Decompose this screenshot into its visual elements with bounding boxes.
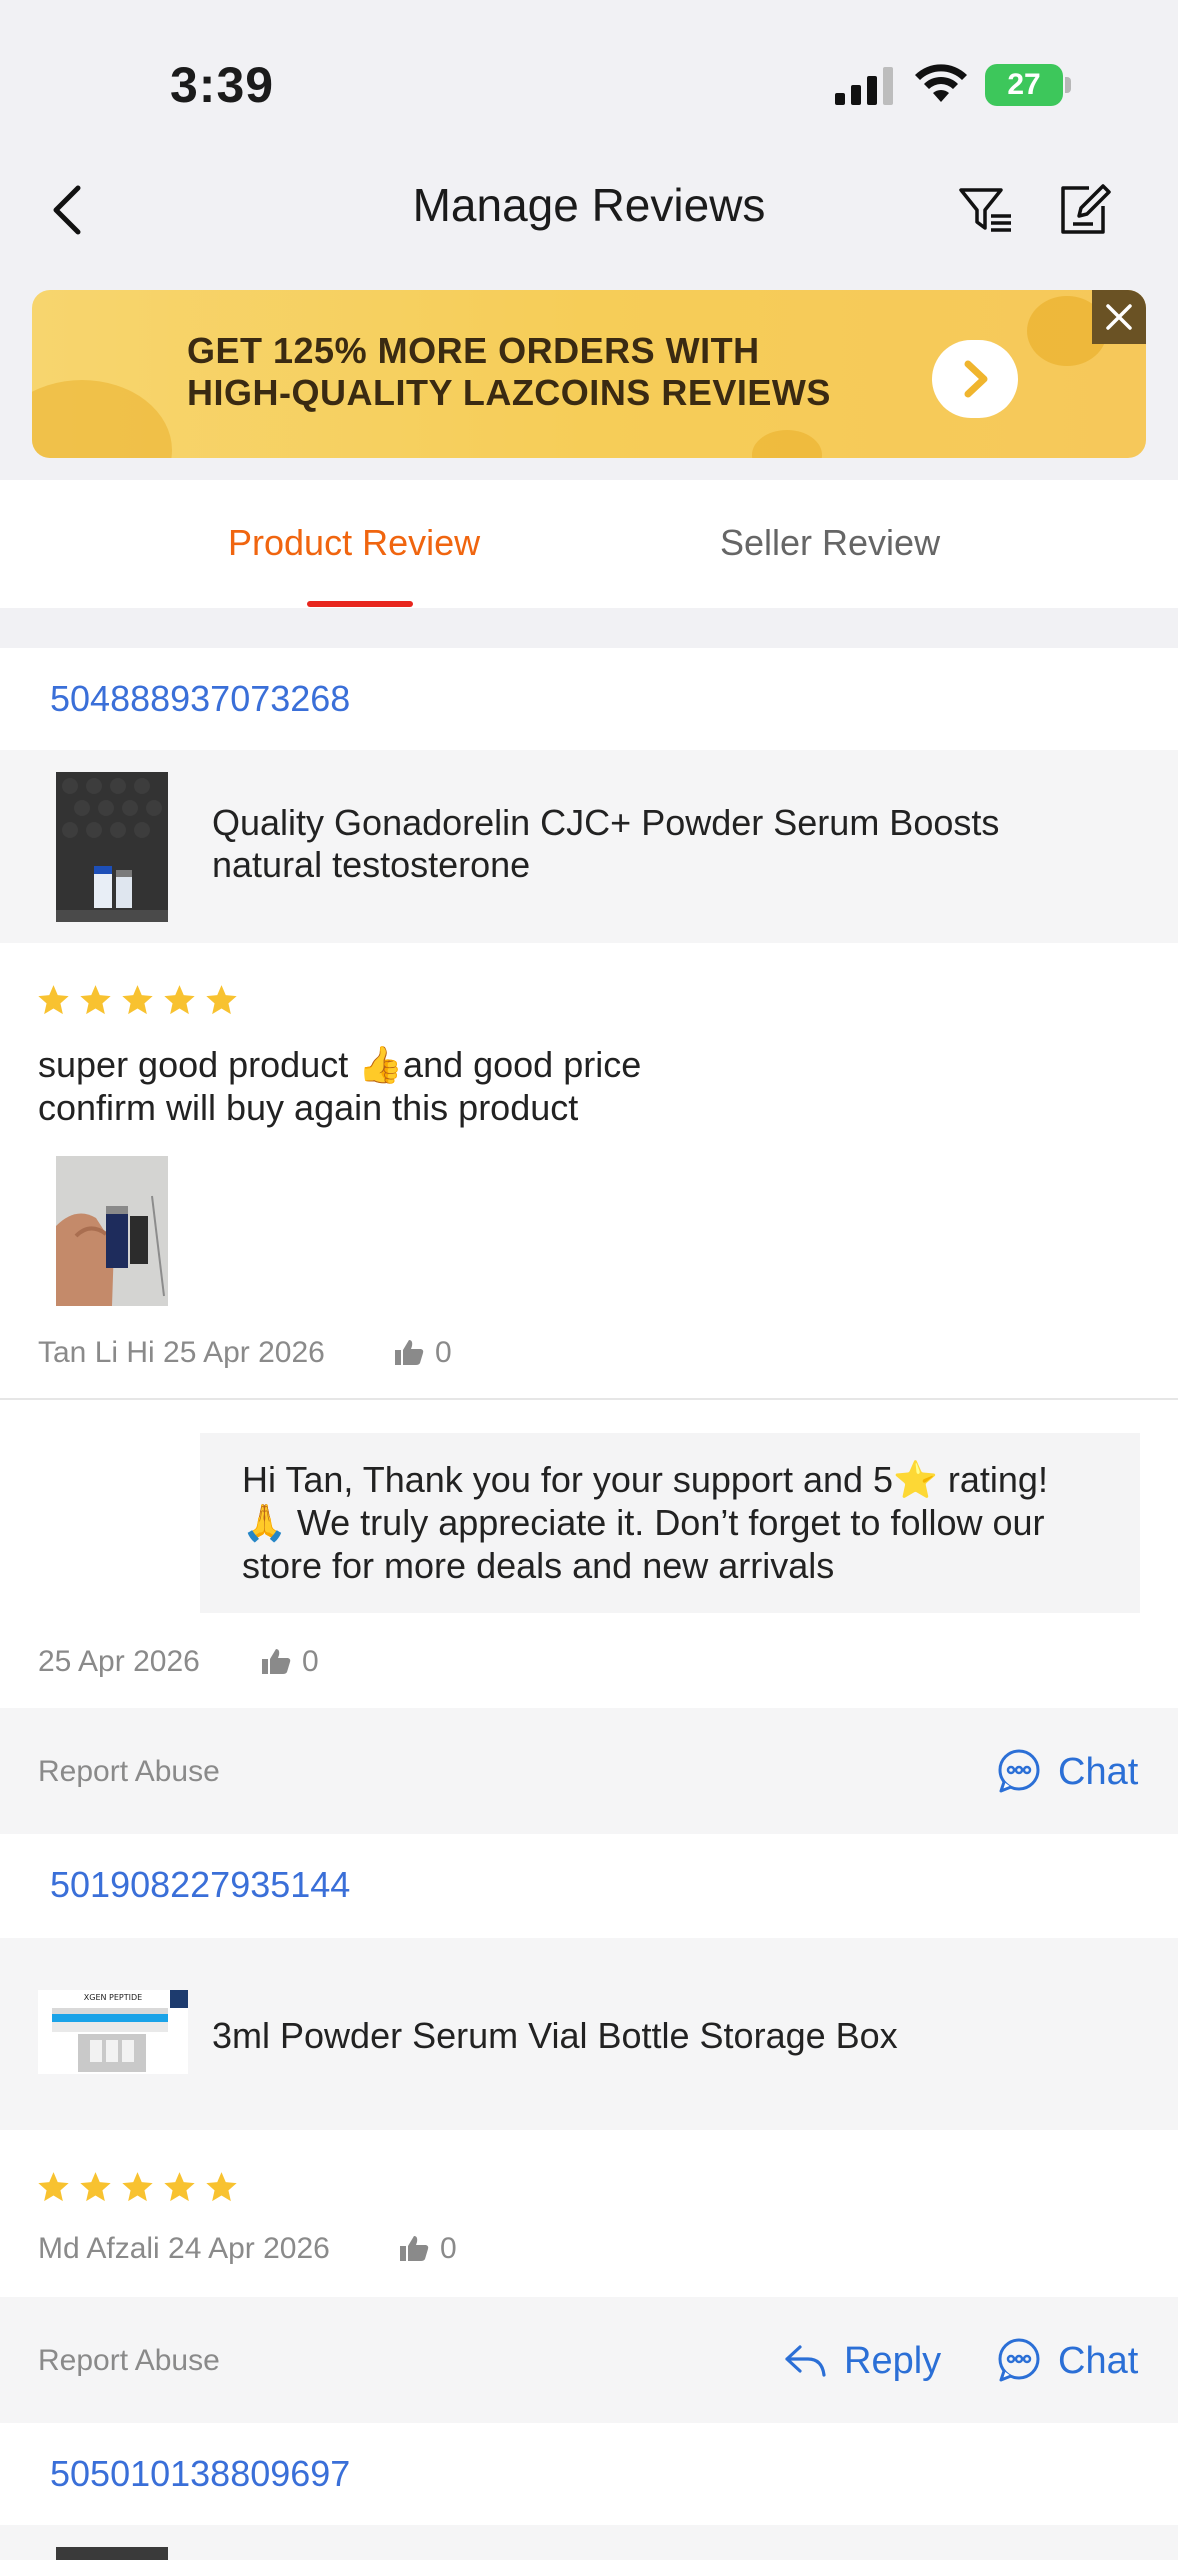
reply-like-button[interactable]: 0 (260, 1645, 319, 1679)
review-body: Md Afzali 24 Apr 2026 0 (0, 2130, 1178, 2297)
report-abuse-link[interactable]: Report Abuse (38, 1755, 220, 1789)
chat-button[interactable]: Chat (996, 2337, 1138, 2383)
nav-bar: Manage Reviews (0, 150, 1178, 270)
like-button[interactable]: 0 (393, 1336, 452, 1370)
chat-button[interactable]: Chat (996, 1748, 1138, 1794)
review-text-line-1: super good product 👍and good price (38, 1044, 642, 1085)
chat-label: Chat (1058, 2340, 1139, 2382)
seller-reply-line-3: store for more deals and new arrivals (242, 1545, 835, 1586)
order-header: 504888937073268 (0, 648, 1178, 750)
product-row[interactable]: XGEN PEPTIDE 3ml Powder Serum Vial Bottl… (0, 1938, 1178, 2130)
tab-product-review[interactable]: Product Review (228, 522, 480, 564)
reply-arrow-icon (785, 2345, 826, 2377)
review-text: super good product 👍and good price confi… (38, 1043, 641, 1129)
rating-stars (36, 983, 239, 1017)
active-tab-indicator (307, 601, 413, 607)
like-count: 0 (440, 2232, 457, 2265)
review-actions: Report Abuse Reply Chat (0, 2297, 1178, 2423)
product-name-line-1: Quality Gonadorelin CJC+ Powder Serum Bo… (212, 802, 1000, 843)
chat-bubble-icon (998, 2338, 1040, 2382)
star-icon (38, 985, 69, 1015)
star-icon (206, 2172, 237, 2202)
seller-reply-line-2: 🙏 We truly appreciate it. Don’t forget t… (242, 1502, 1045, 1543)
product-thumbnail[interactable] (56, 772, 168, 922)
like-button[interactable]: 0 (398, 2232, 457, 2266)
thumb-caption: XGEN PEPTIDE (84, 1993, 142, 2002)
product-name-line-2: natural testosterone (212, 844, 531, 885)
star-icon (80, 985, 111, 1015)
edit-icon[interactable] (1055, 180, 1115, 240)
star-icon (164, 2172, 195, 2202)
battery-level: 27 (985, 64, 1063, 106)
banner-go-button[interactable] (932, 340, 1018, 418)
product-image: XGEN PEPTIDE (38, 1990, 188, 2074)
review-author-date: Md Afzali 24 Apr 2026 (38, 2232, 330, 2265)
banner-text: GET 125% MORE ORDERS WITH HIGH-QUALITY L… (187, 330, 947, 414)
status-time: 3:39 (170, 57, 275, 113)
order-header: 501908227935144 (0, 1834, 1178, 1938)
rating-stars (36, 2170, 239, 2204)
like-count: 0 (302, 1645, 319, 1678)
seller-reply-bubble: Hi Tan, Thank you for your support and 5… (200, 1433, 1140, 1613)
tab-seller-review[interactable]: Seller Review (720, 522, 940, 564)
star-icon (80, 2172, 111, 2202)
star-icon (206, 985, 237, 1015)
order-id[interactable]: 504888937073268 (50, 678, 350, 720)
seller-reply-line-1: Hi Tan, Thank you for your support and 5… (242, 1459, 1048, 1500)
battery-icon: 27 (985, 64, 1071, 106)
review-photo-image (56, 1156, 168, 1306)
product-row[interactable]: Quality Gonadorelin CJC+ Powder Serum Bo… (0, 750, 1178, 943)
review-photo[interactable] (56, 1156, 168, 1306)
reply-date: 25 Apr 2026 (38, 1645, 200, 1678)
chat-label: Chat (1058, 1751, 1139, 1793)
review-tabs: Product Review Seller Review (0, 480, 1178, 608)
banner-close-button[interactable] (1092, 290, 1146, 344)
product-name[interactable]: 3ml Powder Serum Vial Bottle Storage Box (212, 2015, 898, 2057)
star-icon (122, 2172, 153, 2202)
thumbs-up-icon (400, 2236, 429, 2261)
chat-bubble-icon (998, 1749, 1040, 1793)
star-icon (164, 985, 195, 1015)
chevron-right-icon (964, 360, 988, 398)
review-actions: Report Abuse Chat (0, 1708, 1178, 1834)
review-body: super good product 👍and good price confi… (0, 943, 1178, 1398)
banner-line-1: GET 125% MORE ORDERS WITH (187, 330, 760, 371)
banner-line-2: HIGH-QUALITY LAZCOINS REVIEWS (187, 372, 831, 413)
thumbs-up-icon (395, 1340, 424, 1365)
thumbs-up-icon (262, 1649, 291, 1674)
reply-label: Reply (844, 2340, 942, 2382)
order-id[interactable]: 505010138809697 (50, 2453, 350, 2495)
like-count: 0 (435, 1336, 452, 1369)
product-name[interactable]: Quality Gonadorelin CJC+ Powder Serum Bo… (212, 802, 999, 886)
product-image (56, 772, 168, 922)
star-icon (122, 985, 153, 1015)
report-abuse-link[interactable]: Report Abuse (38, 2344, 220, 2378)
status-bar: 3:39 27 (0, 0, 1178, 150)
product-thumbnail[interactable] (56, 2547, 168, 2560)
wifi-icon (915, 64, 967, 102)
filter-icon[interactable] (955, 180, 1015, 240)
product-thumbnail[interactable]: XGEN PEPTIDE (38, 1990, 188, 2074)
product-row[interactable] (0, 2525, 1178, 2560)
star-icon (38, 2172, 69, 2202)
review-author-date: Tan Li Hi 25 Apr 2026 (38, 1336, 325, 1369)
order-id[interactable]: 501908227935144 (50, 1864, 350, 1906)
promo-banner[interactable]: GET 125% MORE ORDERS WITH HIGH-QUALITY L… (32, 290, 1146, 458)
cellular-signal-icon (835, 67, 893, 105)
review-text-line-2: confirm will buy again this product (38, 1087, 579, 1128)
seller-reply-text: Hi Tan, Thank you for your support and 5… (242, 1458, 1122, 1587)
order-header: 505010138809697 (0, 2423, 1178, 2525)
close-icon (1106, 304, 1132, 330)
reply-button[interactable]: Reply (782, 2337, 941, 2383)
